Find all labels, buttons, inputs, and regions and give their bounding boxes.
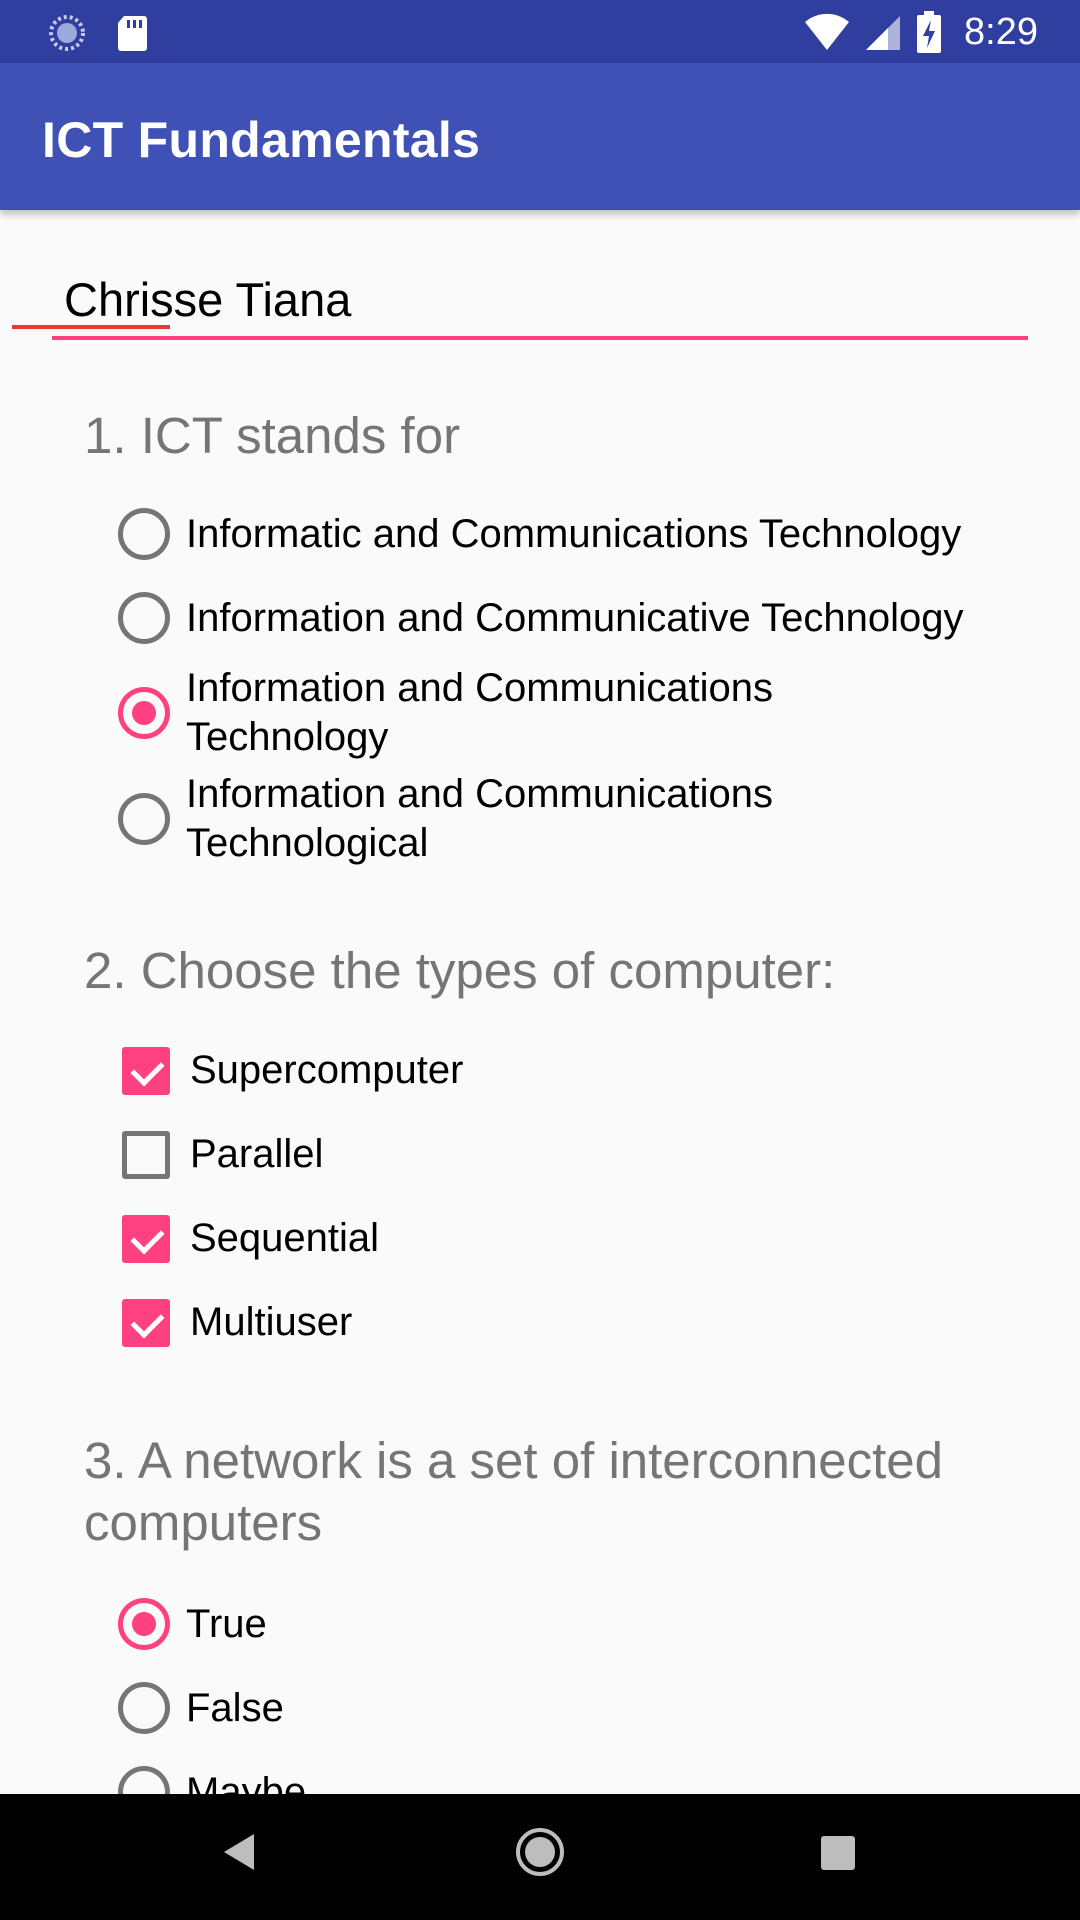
option-label: Information and Communicative Technology xyxy=(186,595,964,640)
checkbox-checked[interactable] xyxy=(122,1046,170,1095)
option-label: Information and Communications Technolog… xyxy=(186,666,773,759)
option-label: Sequential xyxy=(190,1216,380,1260)
radio-button[interactable] xyxy=(118,1766,170,1794)
radio-button-selected[interactable] xyxy=(118,687,170,739)
signal-icon xyxy=(866,16,901,50)
question-2-option-1[interactable]: Supercomputer xyxy=(118,1046,1038,1095)
battery-charging-icon xyxy=(917,11,942,53)
back-icon[interactable] xyxy=(222,1832,256,1872)
option-label: Parallel xyxy=(190,1132,324,1176)
radio-button-selected[interactable] xyxy=(118,1598,170,1650)
checkbox[interactable] xyxy=(122,1130,170,1179)
option-label: Informatic and Communications Technology xyxy=(186,511,962,556)
radio-button[interactable] xyxy=(118,1682,170,1734)
question-2-option-4[interactable]: Multiuser xyxy=(118,1298,1038,1347)
quiz-content[interactable]: Chrisse Tiana 1. ICT stands for Informat… xyxy=(0,210,1080,1794)
checkbox-checked[interactable] xyxy=(122,1298,170,1347)
spellcheck-underline xyxy=(12,325,170,329)
option-label: True xyxy=(186,1601,267,1646)
question-1-option-4[interactable]: Information and Communications Technolog… xyxy=(118,770,1038,868)
question-3-option-3[interactable]: Maybe xyxy=(118,1766,1038,1794)
question-2-option-3[interactable]: Sequential xyxy=(118,1214,1038,1263)
sync-icon xyxy=(49,15,85,51)
question-2-option-2[interactable]: Parallel xyxy=(118,1130,1038,1179)
wifi-icon xyxy=(805,13,850,50)
question-1-option-2[interactable]: Information and Communicative Technology xyxy=(118,592,1038,644)
question-3-title: 3. A network is a set of interconnected … xyxy=(84,1432,944,1551)
status-time: 8:29 xyxy=(964,11,1038,53)
question-3-option-1[interactable]: True xyxy=(118,1598,1038,1650)
recents-icon[interactable] xyxy=(821,1836,855,1870)
status-bar: 8:29 xyxy=(0,0,1080,63)
question-3-option-2[interactable]: False xyxy=(118,1682,1038,1734)
radio-button[interactable] xyxy=(118,592,170,644)
radio-button[interactable] xyxy=(118,793,170,845)
option-label: False xyxy=(186,1685,284,1730)
checkbox-checked[interactable] xyxy=(122,1214,170,1263)
app-bar: ICT Fundamentals xyxy=(0,63,1080,210)
name-input-value: Chrisse Tiana xyxy=(64,273,352,326)
sd-card-icon xyxy=(118,16,147,51)
home-icon[interactable] xyxy=(514,1826,566,1878)
question-1-option-3[interactable]: Information and Communications Technolog… xyxy=(118,664,1038,762)
navigation-bar xyxy=(0,1794,1080,1920)
question-1-title: 1. ICT stands for xyxy=(84,407,461,464)
option-label: Maybe xyxy=(186,1769,307,1795)
name-input[interactable]: Chrisse Tiana xyxy=(52,272,1028,340)
option-label: Multiuser xyxy=(190,1300,353,1344)
option-label: Supercomputer xyxy=(190,1048,464,1092)
app-title: ICT Fundamentals xyxy=(42,112,481,168)
question-2-title: 2. Choose the types of computer: xyxy=(84,942,836,999)
question-1-option-1[interactable]: Informatic and Communications Technology xyxy=(118,508,1038,560)
radio-button[interactable] xyxy=(118,508,170,560)
option-label: Information and Communications Technolog… xyxy=(186,772,773,865)
